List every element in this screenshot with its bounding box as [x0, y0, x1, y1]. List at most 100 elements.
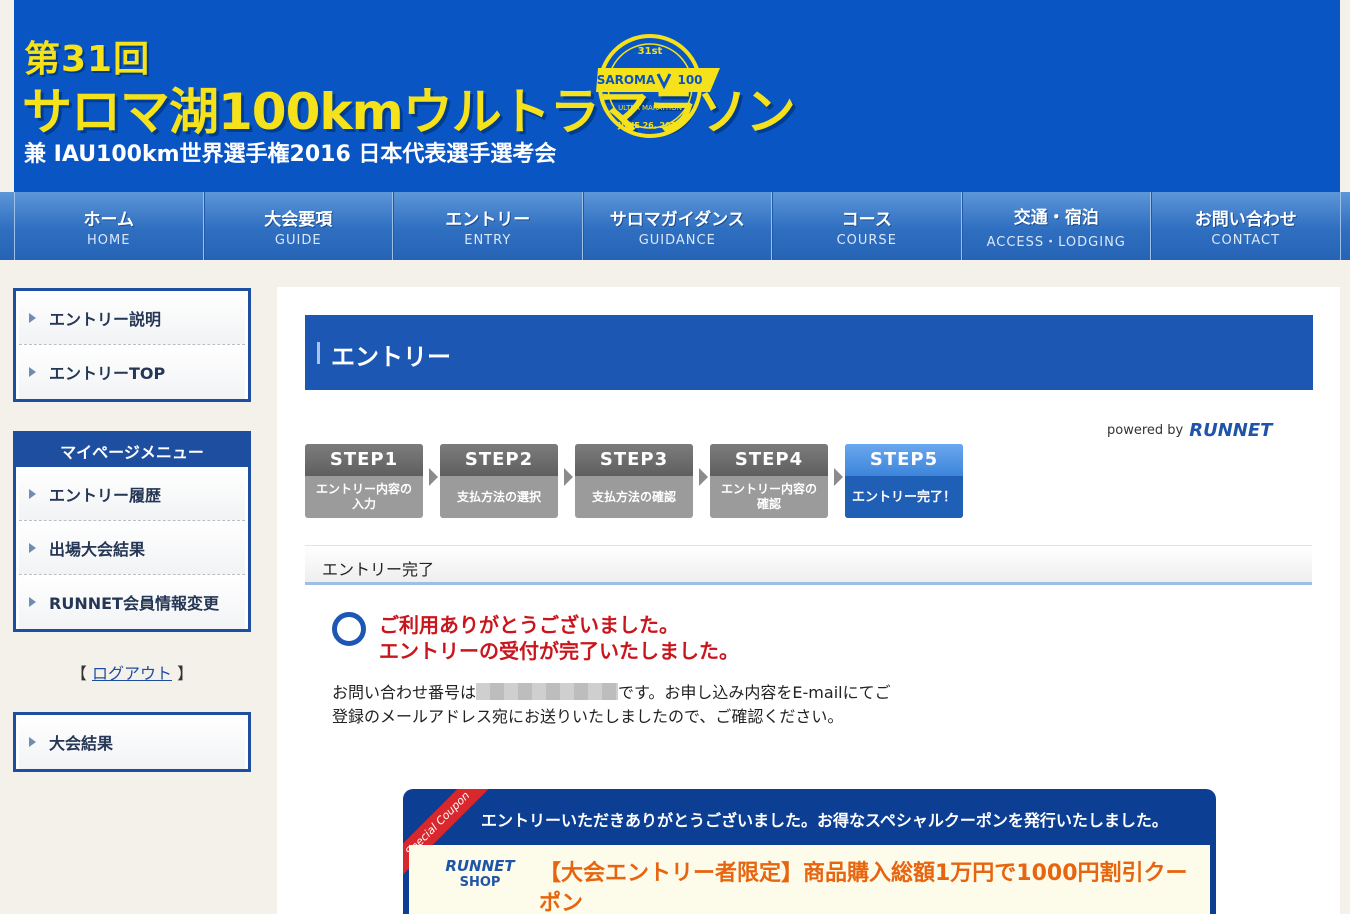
triangle-right-icon — [29, 597, 36, 607]
page-title-bar: エントリー — [305, 315, 1313, 390]
nav-sublabel: HOME — [87, 232, 131, 248]
step-label: STEP2 — [440, 444, 558, 476]
step-3: STEP3 支払方法の確認 — [575, 444, 693, 518]
nav-sublabel: GUIDE — [274, 232, 322, 248]
logo-date: JUNE 26, 2016 — [617, 121, 682, 130]
coupon-title-link[interactable]: 【大会エントリー者限定】商品購入総額1万円で1000円割引クーポン — [539, 859, 1199, 914]
inquiry-number-redacted — [476, 683, 619, 700]
sidebar-item-label: 大会結果 — [49, 734, 114, 753]
nav-label: 交通・宿泊 — [1013, 207, 1099, 228]
event-subtitle: 兼 IAU100km世界選手権2016 日本代表選手選考会 — [24, 142, 557, 167]
step-label: STEP3 — [575, 444, 693, 476]
title-accent — [317, 342, 320, 364]
step-desc: 支払方法の選択 — [456, 489, 541, 504]
mypage-menu-title: マイページメニュー — [16, 434, 248, 467]
logo-edition: 31st — [638, 46, 663, 57]
step-arrow-icon — [834, 468, 843, 486]
step-1: STEP1 エントリー内容の入力 — [305, 444, 423, 518]
saroma-logo-icon: 31st SAROMA 100 ULTRA MARATHON JUNE 26, … — [596, 34, 720, 138]
shop-logo-line2: SHOP — [459, 875, 501, 890]
logout-row: 【 ログアウト 】 — [13, 660, 251, 684]
nav-label: お問い合わせ — [1194, 209, 1297, 230]
coupon-body: RUNNET SHOP 【大会エントリー者限定】商品購入総額1万円で1000円割… — [409, 845, 1210, 914]
nav-course[interactable]: コース COURSE — [772, 192, 962, 260]
powered-by-label: powered by — [1107, 423, 1184, 438]
completion-message: ご利用ありがとうございました。 エントリーの受付が完了いたしました。 — [379, 612, 739, 664]
nav-access[interactable]: 交通・宿泊 ACCESS・LODGING — [961, 192, 1151, 260]
sidebar-item-results[interactable]: 大会結果 — [19, 715, 245, 769]
sidebar-item-label: エントリー説明 — [49, 309, 162, 329]
nav-contact[interactable]: お問い合わせ CONTACT — [1151, 192, 1341, 260]
sidebar-item-entry-guide[interactable]: エントリー説明 — [19, 291, 245, 345]
sidebar-item-label: エントリー履歴 — [49, 485, 162, 505]
global-nav: ホーム HOME 大会要項 GUIDE エントリー ENTRY サロマガイダンス GUI… — [0, 192, 1350, 260]
triangle-right-icon — [29, 488, 36, 499]
nav-label: サロマガイダンス — [609, 209, 745, 230]
section-title: エントリー完了 — [322, 560, 435, 579]
sidebar-item-label: エントリーTOP — [49, 364, 166, 383]
main-content: エントリー powered by RUNNET STEP1 エントリー内容の入力… — [277, 287, 1340, 914]
nav-sublabel: GUIDANCE — [638, 232, 716, 248]
triangle-right-icon — [29, 542, 36, 553]
special-coupon-box: Special Coupon エントリーいただきありがとうございました。お得なス… — [403, 789, 1216, 914]
nav-guidance[interactable]: サロマガイダンス GUIDANCE — [582, 192, 772, 260]
page-title: エントリー — [331, 343, 451, 371]
step-desc: 支払方法の確認 — [591, 489, 676, 504]
thanks-line-2: エントリーの受付が完了いたしました。 — [379, 639, 739, 663]
step-label: STEP5 — [845, 444, 963, 476]
sidebar-item-entry-history[interactable]: エントリー履歴 — [19, 467, 245, 521]
runnet-logo: RUNNET — [1189, 420, 1273, 441]
inquiry-info: お問い合わせ番号は です。お申し込み内容をE-mailにてご 登録のメールアドレス… — [332, 681, 891, 729]
step-arrow-icon — [699, 468, 708, 486]
step-4: STEP4 エントリー内容の確認 — [710, 444, 828, 518]
nav-entry[interactable]: エントリー ENTRY — [393, 192, 583, 260]
nav-label: コース — [841, 209, 892, 230]
bracket-open: 【 — [70, 664, 87, 683]
logo-name: SAROMA — [597, 73, 656, 87]
step-arrow-icon — [429, 468, 438, 486]
info-text-pre: お問い合わせ番号は — [332, 683, 477, 702]
sidebar-mypage-menu: マイページメニュー エントリー履歴 出場大会結果 RUNNET会員情報変更 — [13, 431, 251, 632]
sidebar-item-label: 出場大会結果 — [49, 539, 146, 559]
runnet-shop-logo: RUNNET SHOP — [437, 857, 523, 897]
logout-link[interactable]: ログアウト — [92, 664, 172, 683]
triangle-right-icon — [29, 367, 36, 377]
step-2: STEP2 支払方法の選択 — [440, 444, 558, 518]
sidebar-item-runnet-profile[interactable]: RUNNET会員情報変更 — [19, 575, 245, 629]
triangle-right-icon — [29, 312, 36, 323]
shop-logo-line1: RUNNET — [445, 857, 515, 875]
logo-subtitle: ULTRA MARATHON — [618, 104, 682, 112]
nav-label: ホーム — [83, 209, 135, 230]
step-5-current: STEP5 エントリー完了！ — [845, 444, 963, 518]
nav-home[interactable]: ホーム HOME — [14, 192, 204, 260]
thanks-line-1: ご利用ありがとうございました。 — [379, 613, 679, 637]
success-circle-icon — [332, 612, 366, 646]
nav-sublabel: COURSE — [836, 232, 897, 248]
step-label: STEP4 — [710, 444, 828, 476]
sidebar-entry-menu: エントリー説明 エントリーTOP — [13, 288, 251, 402]
sidebar-item-label: RUNNET会員情報変更 — [49, 594, 219, 613]
coupon-header: エントリーいただきありがとうございました。お得なスペシャルクーポンを発行いたしま… — [481, 811, 1168, 830]
step-label: STEP1 — [305, 444, 423, 476]
logo-distance: 100 — [677, 73, 702, 87]
nav-label: 大会要項 — [264, 209, 333, 230]
nav-sublabel: ENTRY — [464, 232, 512, 248]
section-heading: エントリー完了 — [305, 545, 1312, 585]
triangle-right-icon — [29, 737, 36, 747]
sidebar-results-menu: 大会結果 — [13, 712, 251, 772]
sidebar-item-entry-top[interactable]: エントリーTOP — [19, 345, 245, 399]
info-text-line2: 登録のメールアドレス宛にお送りいたしましたので、ご確認ください。 — [332, 707, 844, 726]
step-desc: エントリー完了！ — [845, 476, 963, 518]
site-header: 第31回 サロマ湖100kmウルトラマラソン 兼 IAU100km世界選手権20… — [0, 0, 1350, 192]
nav-guide[interactable]: 大会要項 GUIDE — [203, 192, 393, 260]
nav-sublabel: ACCESS・LODGING — [986, 234, 1126, 250]
nav-sublabel: CONTACT — [1211, 232, 1281, 248]
bracket-close: 】 — [177, 664, 194, 683]
info-text-post: です。お申し込み内容をE-mailにてご — [618, 683, 891, 702]
step-desc: エントリー内容の確認 — [720, 482, 817, 511]
step-arrow-icon — [564, 468, 573, 486]
step-desc: エントリー内容の入力 — [315, 482, 412, 511]
nav-label: エントリー — [445, 209, 531, 230]
powered-by-runnet: powered by RUNNET — [1107, 420, 1272, 441]
sidebar-item-race-results[interactable]: 出場大会結果 — [19, 521, 245, 575]
